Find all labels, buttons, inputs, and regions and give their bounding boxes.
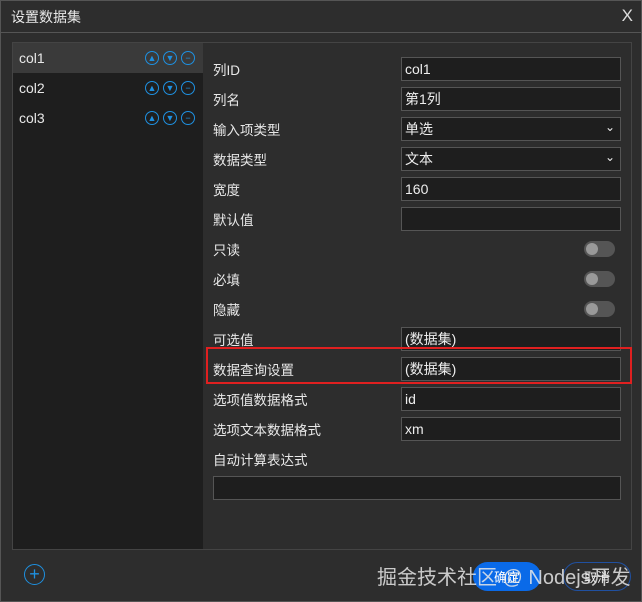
move-down-icon[interactable]: ▼ [163, 81, 177, 95]
data-type-label: 数据类型 [213, 153, 267, 168]
options-label: 可选值 [213, 333, 254, 348]
remove-icon[interactable]: − [181, 81, 195, 95]
ok-button[interactable]: 确定 [473, 562, 541, 591]
hidden-toggle[interactable] [584, 301, 615, 317]
data-type-select[interactable]: 文本 ⌄ [401, 147, 621, 171]
move-up-icon[interactable]: ▲ [145, 51, 159, 65]
required-label: 必填 [213, 273, 240, 288]
query-label: 数据查询设置 [213, 363, 294, 378]
remove-icon[interactable]: − [181, 111, 195, 125]
move-down-icon[interactable]: ▼ [163, 51, 177, 65]
width-label: 宽度 [213, 183, 240, 198]
readonly-label: 只读 [213, 243, 240, 258]
column-item-col2[interactable]: col2 ▲ ▼ − [13, 73, 203, 103]
col-id-input[interactable]: col1 [401, 57, 621, 81]
col-id-label: 列ID [213, 63, 240, 78]
readonly-toggle[interactable] [584, 241, 615, 257]
query-input[interactable]: (数据集) [401, 357, 621, 381]
cancel-button[interactable]: 取消 [563, 562, 631, 591]
option-text-format-input[interactable]: xm [401, 417, 621, 441]
width-input[interactable]: 160 [401, 177, 621, 201]
dataset-dialog: 设置数据集 X col1 ▲ ▼ − col2 ▲ ▼ − col3 ▲ ▼ − 列ID co… [0, 0, 642, 602]
option-value-format-input[interactable]: id [401, 387, 621, 411]
chevron-down-icon: ⌄ [604, 120, 615, 134]
default-input[interactable] [401, 207, 621, 231]
default-label: 默认值 [213, 213, 254, 228]
column-properties: 列ID col1 列名 第1列 输入项类型 单选 ⌄ 数据类型 文本 ⌄ 宽度 160 默认值… [203, 42, 632, 550]
expr-input[interactable] [213, 476, 621, 500]
column-label: col1 [19, 50, 45, 66]
move-up-icon[interactable]: ▲ [145, 81, 159, 95]
column-item-col3[interactable]: col3 ▲ ▼ − [13, 103, 203, 133]
move-up-icon[interactable]: ▲ [145, 111, 159, 125]
input-type-label: 输入项类型 [213, 123, 281, 138]
add-column-button[interactable]: + [24, 564, 45, 585]
hidden-label: 隐藏 [213, 303, 240, 318]
col-name-input[interactable]: 第1列 [401, 87, 621, 111]
dialog-title: 设置数据集 [1, 1, 641, 33]
column-list: col1 ▲ ▼ − col2 ▲ ▼ − col3 ▲ ▼ − [12, 42, 204, 550]
input-type-value: 单选 [405, 121, 433, 137]
input-type-select[interactable]: 单选 ⌄ [401, 117, 621, 141]
col-name-label: 列名 [213, 93, 240, 108]
option-value-format-label: 选项值数据格式 [213, 393, 308, 408]
chevron-down-icon: ⌄ [604, 150, 615, 164]
column-item-col1[interactable]: col1 ▲ ▼ − [13, 43, 203, 73]
column-label: col2 [19, 80, 45, 96]
remove-icon[interactable]: − [181, 51, 195, 65]
column-label: col3 [19, 110, 45, 126]
expr-label: 自动计算表达式 [213, 453, 308, 468]
required-toggle[interactable] [584, 271, 615, 287]
close-icon[interactable]: X [622, 6, 633, 26]
move-down-icon[interactable]: ▼ [163, 111, 177, 125]
data-type-value: 文本 [405, 151, 433, 167]
option-text-format-label: 选项文本数据格式 [213, 423, 321, 438]
